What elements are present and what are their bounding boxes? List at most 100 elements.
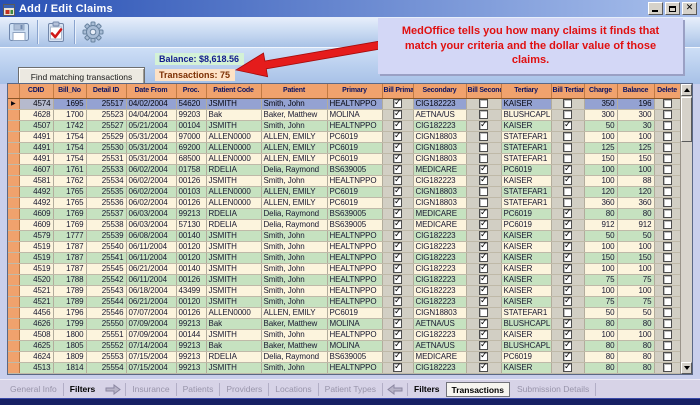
bill_secondary-checkbox[interactable] (479, 363, 488, 372)
row-selector[interactable] (8, 220, 19, 231)
delete-checkbox[interactable] (663, 242, 672, 251)
tab-patients[interactable]: Patients (177, 383, 221, 396)
table-row[interactable]: 460917692553806/03/200457130RDELIADelia,… (8, 220, 680, 231)
bill_tertiary-checkbox[interactable] (563, 363, 572, 372)
bill_primary-checkbox[interactable] (393, 110, 402, 119)
bill_primary-checkbox[interactable] (393, 319, 402, 328)
bill_secondary-checkbox[interactable] (479, 209, 488, 218)
bill_primary-checkbox[interactable] (393, 176, 402, 185)
table-row[interactable]: 449117542553105/31/200468500ALLEN0000ALL… (8, 154, 680, 165)
row-selector[interactable] (8, 352, 19, 363)
column-header-bill_primary[interactable]: Bill Primary (382, 84, 413, 99)
bill_primary-checkbox[interactable] (393, 352, 402, 361)
bill_primary-checkbox[interactable] (393, 220, 402, 229)
bill_tertiary-checkbox[interactable] (563, 99, 572, 108)
row-selector[interactable] (8, 121, 19, 132)
delete-checkbox[interactable] (663, 209, 672, 218)
delete-checkbox[interactable] (663, 165, 672, 174)
bill_primary-checkbox[interactable] (393, 286, 402, 295)
row-selector[interactable] (8, 209, 19, 220)
bill_secondary-checkbox[interactable] (479, 308, 488, 317)
settings-button[interactable] (78, 19, 108, 46)
bill_tertiary-checkbox[interactable] (563, 176, 572, 185)
row-selector[interactable] (8, 198, 19, 209)
row-selector[interactable] (8, 176, 19, 187)
bill_tertiary-checkbox[interactable] (563, 231, 572, 240)
bill_primary-checkbox[interactable] (393, 132, 402, 141)
column-header-patient_code[interactable]: Patient Code (206, 84, 261, 99)
validate-claims-button[interactable] (41, 19, 71, 46)
delete-checkbox[interactable] (663, 308, 672, 317)
table-row[interactable]: 452117892554406/21/200400120JSMITHSmith,… (8, 297, 680, 308)
table-row[interactable]: 451917872554106/11/200400120JSMITHSmith,… (8, 253, 680, 264)
bill_tertiary-checkbox[interactable] (563, 132, 572, 141)
bill_tertiary-checkbox[interactable] (563, 253, 572, 262)
bill_primary-checkbox[interactable] (393, 253, 402, 262)
delete-checkbox[interactable] (663, 110, 672, 119)
column-header-delete[interactable]: Delete (654, 84, 680, 99)
bill_tertiary-checkbox[interactable] (563, 110, 572, 119)
bill_primary-checkbox[interactable] (393, 154, 402, 163)
bill_secondary-checkbox[interactable] (479, 330, 488, 339)
row-selector[interactable] (8, 319, 19, 330)
delete-checkbox[interactable] (663, 363, 672, 372)
bill_primary-checkbox[interactable] (393, 231, 402, 240)
table-row[interactable]: 460717612553306/02/200401758RDELIADelia,… (8, 165, 680, 176)
table-row[interactable]: 450717422552705/21/200400104JSMITHSmith,… (8, 121, 680, 132)
delete-checkbox[interactable] (663, 297, 672, 306)
scrollbar-thumb[interactable] (681, 97, 692, 142)
bill_primary-checkbox[interactable] (393, 209, 402, 218)
row-selector[interactable] (8, 110, 19, 121)
bill_tertiary-checkbox[interactable] (563, 352, 572, 361)
delete-checkbox[interactable] (663, 275, 672, 284)
bill_secondary-checkbox[interactable] (479, 132, 488, 141)
delete-checkbox[interactable] (663, 187, 672, 196)
bill_primary-checkbox[interactable] (393, 143, 402, 152)
row-selector[interactable] (8, 143, 19, 154)
scroll-up-button[interactable] (681, 84, 692, 96)
column-header-patient[interactable]: Patient (261, 84, 327, 99)
bill_secondary-checkbox[interactable] (479, 264, 488, 273)
delete-checkbox[interactable] (663, 99, 672, 108)
bill_secondary-checkbox[interactable] (479, 319, 488, 328)
row-selector[interactable] (8, 231, 19, 242)
table-row[interactable]: 449217652553606/02/200400126ALLEN0000ALL… (8, 198, 680, 209)
bill_primary-checkbox[interactable] (393, 297, 402, 306)
bill_tertiary-checkbox[interactable] (563, 275, 572, 284)
tab-general-info[interactable]: General Info (4, 383, 64, 396)
column-header-proc[interactable]: Proc. (176, 84, 206, 99)
bill_tertiary-checkbox[interactable] (563, 209, 572, 218)
bill_secondary-checkbox[interactable] (479, 176, 488, 185)
delete-checkbox[interactable] (663, 198, 672, 207)
bill_primary-checkbox[interactable] (393, 275, 402, 284)
tab-filters[interactable]: Filters (408, 383, 446, 396)
tab-locations[interactable]: Locations (269, 383, 318, 396)
bill_tertiary-checkbox[interactable] (563, 220, 572, 229)
table-row[interactable]: 460917692553706/03/200499213RDELIADelia,… (8, 209, 680, 220)
bill_secondary-checkbox[interactable] (479, 121, 488, 130)
tab-insurance[interactable]: Insurance (126, 383, 176, 396)
row-selector[interactable] (8, 297, 19, 308)
bill_primary-checkbox[interactable] (393, 99, 402, 108)
bill_tertiary-checkbox[interactable] (563, 198, 572, 207)
table-row[interactable]: 452017882554206/11/200400126JSMITHSmith,… (8, 275, 680, 286)
bill_primary-checkbox[interactable] (393, 198, 402, 207)
bill_primary-checkbox[interactable] (393, 330, 402, 339)
column-header-balance[interactable]: Balance (617, 84, 654, 99)
close-button[interactable]: ✕ (682, 2, 697, 15)
bill_tertiary-checkbox[interactable] (563, 187, 572, 196)
maximize-button[interactable] (665, 2, 680, 15)
row-selector[interactable]: ▶ (8, 99, 19, 110)
bill_secondary-checkbox[interactable] (479, 275, 488, 284)
row-selector[interactable] (8, 264, 19, 275)
row-selector[interactable] (8, 242, 19, 253)
bill_tertiary-checkbox[interactable] (563, 308, 572, 317)
bill_secondary-checkbox[interactable] (479, 352, 488, 361)
row-selector[interactable] (8, 154, 19, 165)
bill_primary-checkbox[interactable] (393, 121, 402, 130)
bill_primary-checkbox[interactable] (393, 341, 402, 350)
bill_secondary-checkbox[interactable] (479, 242, 488, 251)
delete-checkbox[interactable] (663, 264, 672, 273)
table-row[interactable]: 458117622553406/02/200400126JSMITHSmith,… (8, 176, 680, 187)
row-selector[interactable] (8, 341, 19, 352)
